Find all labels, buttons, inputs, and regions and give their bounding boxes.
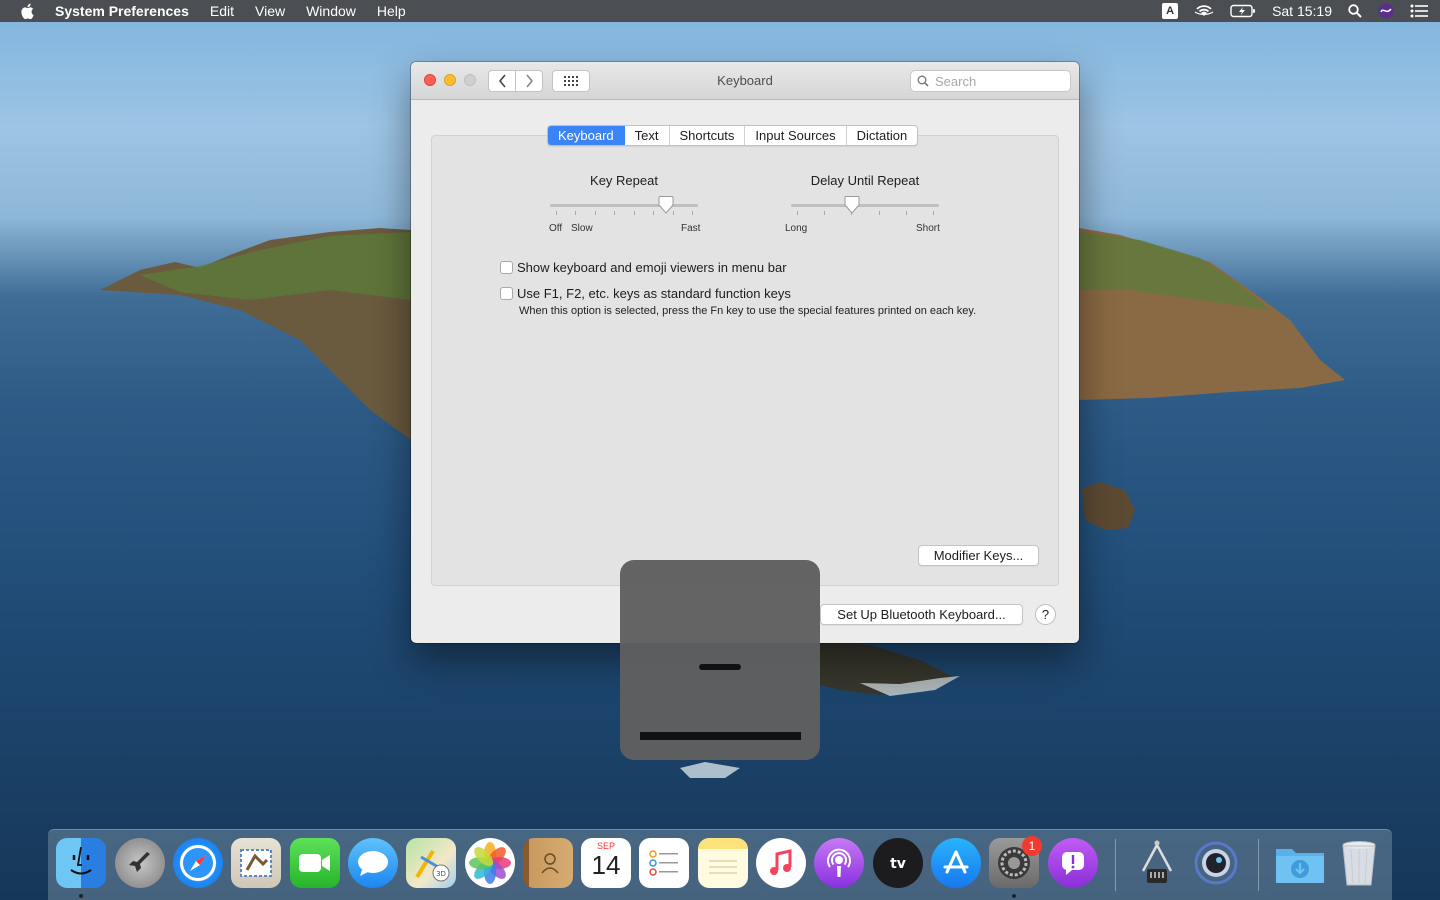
podcasts-icon[interactable] (814, 838, 864, 888)
wifi-icon[interactable] (1194, 0, 1214, 22)
menu-bar: System Preferences Edit View Window Help… (0, 0, 1440, 22)
key-repeat-track (550, 204, 698, 207)
key-repeat-tick (634, 211, 635, 215)
svg-text:3D: 3D (436, 870, 446, 878)
modifier-keys-button[interactable]: Modifier Keys... (918, 545, 1039, 566)
help-button[interactable]: ? (1035, 604, 1056, 625)
menu-window[interactable]: Window (306, 3, 356, 19)
app-store-icon[interactable] (931, 838, 981, 888)
delay-until-repeat-slider[interactable] (791, 196, 939, 220)
reminders-icon[interactable] (639, 838, 689, 888)
delay-until-repeat-tick (933, 211, 934, 215)
key-repeat-tick (692, 211, 693, 215)
delay-until-repeat-track (791, 204, 939, 207)
delay-until-repeat-tick (906, 211, 907, 215)
downloads-folder-icon[interactable] (1274, 838, 1326, 888)
fn-key-note: When this option is selected, press the … (519, 305, 977, 317)
dock-separator-2 (1258, 839, 1259, 891)
key-repeat-tick (575, 211, 576, 215)
calendar-day: 14 (591, 850, 621, 880)
key-repeat-slider[interactable] (550, 196, 698, 220)
siri-icon[interactable] (1378, 0, 1394, 22)
safari-icon[interactable] (173, 838, 223, 888)
launchpad-icon[interactable] (115, 838, 165, 888)
standard-function-keys-checkbox[interactable] (500, 287, 513, 300)
notification-center-icon[interactable] (1410, 0, 1428, 22)
key-repeat-tick (595, 211, 596, 215)
tab-shortcuts[interactable]: Shortcuts (670, 126, 746, 145)
tab-dictation[interactable]: Dictation (847, 126, 918, 145)
key-repeat-tick (614, 211, 615, 215)
tab-input-sources[interactable]: Input Sources (745, 126, 847, 145)
search-input[interactable]: Search (910, 70, 1071, 92)
key-repeat-slow-label: Slow (571, 223, 593, 234)
input-source-label: A (1162, 3, 1179, 19)
delay-until-repeat-tick (879, 211, 880, 215)
search-placeholder: Search (935, 73, 977, 89)
tab-text[interactable]: Text (625, 126, 670, 145)
delay-short-label: Short (916, 223, 940, 234)
dock-separator (1115, 839, 1116, 891)
show-keyboard-viewers-checkbox[interactable] (500, 261, 513, 274)
maps-icon[interactable]: 3D (406, 838, 456, 888)
standard-function-keys-label[interactable]: Use F1, F2, etc. keys as standard functi… (517, 286, 791, 301)
messages-icon[interactable] (348, 838, 398, 888)
facetime-icon[interactable] (290, 838, 340, 888)
screen-recorder-icon[interactable] (1191, 838, 1241, 888)
window-titlebar: Keyboard Search (411, 62, 1079, 100)
menu-edit[interactable]: Edit (210, 3, 234, 19)
finder-icon[interactable] (56, 838, 106, 888)
contacts-icon[interactable] (523, 838, 573, 888)
apple-menu-icon[interactable] (19, 2, 37, 20)
menu-clock[interactable]: Sat 15:19 (1272, 0, 1332, 22)
menu-view[interactable]: View (255, 3, 285, 19)
delay-until-repeat-title: Delay Until Repeat (810, 173, 920, 188)
key-repeat-tick (556, 211, 557, 215)
tab-bar: Keyboard Text Shortcuts Input Sources Di… (547, 125, 919, 146)
delay-long-label: Long (785, 223, 808, 234)
keyboard-settings-panel (431, 135, 1059, 586)
key-repeat-title: Key Repeat (590, 173, 658, 188)
delay-until-repeat-knob[interactable] (844, 196, 860, 214)
music-icon[interactable] (756, 838, 806, 888)
trash-icon[interactable] (1334, 838, 1384, 888)
search-icon (917, 75, 929, 87)
key-repeat-tick (653, 211, 654, 215)
delay-until-repeat-tick (797, 211, 798, 215)
key-repeat-fast-label: Fast (681, 223, 701, 234)
level-bar (640, 732, 801, 740)
menu-help[interactable]: Help (377, 3, 406, 19)
set-up-bluetooth-keyboard-button[interactable]: Set Up Bluetooth Keyboard... (820, 604, 1023, 625)
show-keyboard-viewers-label[interactable]: Show keyboard and emoji viewers in menu … (517, 260, 787, 275)
tv-icon[interactable]: tv (873, 838, 923, 888)
finder-running-indicator (79, 894, 83, 898)
tab-keyboard[interactable]: Keyboard (548, 126, 625, 145)
menu-app-name[interactable]: System Preferences (55, 3, 189, 19)
photos-icon[interactable] (465, 838, 515, 888)
keyboard-preferences-window: Keyboard Search Keyboard Text Shortcuts … (411, 62, 1079, 643)
input-source-icon[interactable]: A (1162, 0, 1179, 22)
mute-indicator-icon (699, 664, 741, 670)
key-repeat-knob[interactable] (658, 196, 674, 214)
system-preferences-badge: 1 (1022, 836, 1042, 856)
key-repeat-off-label: Off (549, 223, 563, 234)
notes-icon[interactable] (698, 838, 748, 888)
mail-icon[interactable] (231, 838, 281, 888)
feedback-assistant-icon[interactable] (1048, 838, 1098, 888)
delay-until-repeat-tick (824, 211, 825, 215)
battery-icon[interactable] (1230, 0, 1256, 22)
calendar-icon[interactable]: SEP 14 (581, 838, 631, 888)
mute-hud-overlay (620, 560, 820, 760)
spotlight-search-icon[interactable] (1348, 0, 1362, 22)
system-preferences-running-indicator (1012, 894, 1016, 898)
usb-tool-icon[interactable] (1132, 838, 1182, 888)
svg-text:tv: tv (890, 856, 906, 872)
